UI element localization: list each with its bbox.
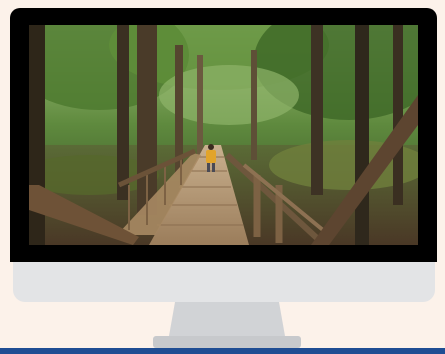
forest-photo <box>29 25 418 245</box>
illustration-stage <box>0 0 445 354</box>
accent-bar <box>0 348 445 354</box>
monitor-chin <box>13 262 435 302</box>
monitor-screen <box>29 25 418 245</box>
monitor-stand <box>153 302 301 348</box>
